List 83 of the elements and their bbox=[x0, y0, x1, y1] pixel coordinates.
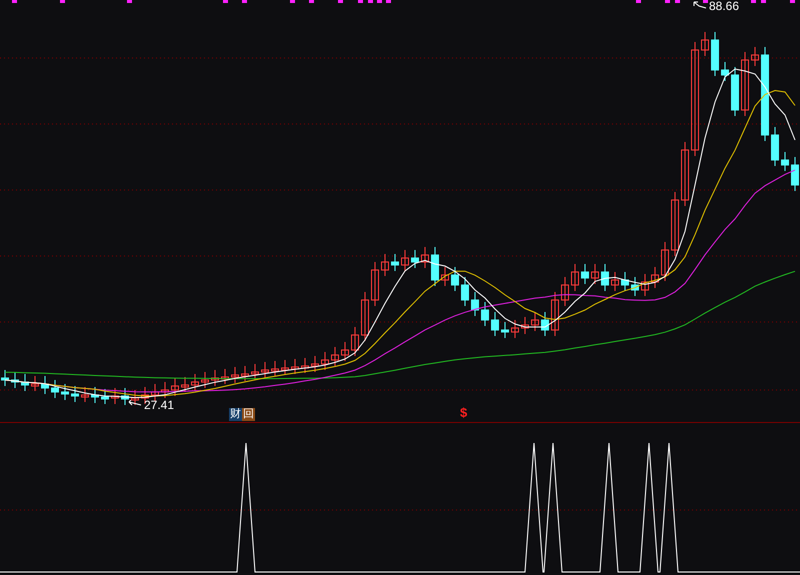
candlestick bbox=[721, 62, 729, 82]
candlestick bbox=[81, 386, 89, 402]
candlestick bbox=[331, 346, 339, 366]
candlestick bbox=[611, 272, 619, 292]
candlestick bbox=[161, 382, 169, 398]
candlestick bbox=[111, 388, 119, 404]
candlestick bbox=[631, 276, 639, 296]
candlestick bbox=[281, 360, 289, 376]
candlestick bbox=[771, 126, 779, 166]
candlestick bbox=[741, 52, 749, 116]
candlestick bbox=[621, 272, 629, 292]
candlestick bbox=[351, 326, 359, 356]
candlestick bbox=[471, 292, 479, 316]
candlestick bbox=[661, 242, 669, 282]
candlestick bbox=[191, 374, 199, 392]
candlestick bbox=[151, 384, 159, 402]
candlestick bbox=[501, 322, 509, 338]
arrow-icon bbox=[693, 1, 707, 11]
candlestick bbox=[681, 142, 689, 206]
candlestick bbox=[101, 388, 109, 404]
candlestick bbox=[21, 374, 29, 392]
candlestick bbox=[521, 316, 529, 334]
candlestick bbox=[371, 262, 379, 306]
candlestick bbox=[251, 364, 259, 380]
candlestick bbox=[121, 388, 129, 406]
candlestick bbox=[781, 152, 789, 172]
candlestick bbox=[591, 264, 599, 284]
candlestick bbox=[301, 358, 309, 374]
candlestick bbox=[341, 342, 349, 362]
candlestick bbox=[751, 46, 759, 66]
candlestick bbox=[561, 276, 569, 306]
candlestick bbox=[181, 376, 189, 392]
candlestick bbox=[731, 66, 739, 116]
candlestick bbox=[701, 32, 709, 56]
low-price-label: 27.41 bbox=[144, 399, 174, 411]
candlestick bbox=[541, 312, 549, 336]
candlestick bbox=[421, 246, 429, 268]
candlestick bbox=[651, 266, 659, 288]
candlestick bbox=[131, 390, 139, 406]
candlestick bbox=[71, 386, 79, 402]
candlestick bbox=[41, 376, 49, 394]
candlestick bbox=[461, 276, 469, 306]
candlestick bbox=[271, 360, 279, 376]
candlestick bbox=[1, 370, 9, 386]
candlestick bbox=[11, 372, 19, 388]
candlestick bbox=[431, 246, 439, 286]
signal-mark: $ bbox=[460, 406, 468, 419]
candlestick bbox=[641, 274, 649, 296]
candlestick bbox=[221, 368, 229, 384]
candlestick bbox=[711, 32, 719, 76]
candlestick bbox=[491, 312, 499, 336]
candlestick bbox=[311, 356, 319, 372]
candlestick bbox=[411, 250, 419, 268]
candlestick bbox=[401, 250, 409, 272]
high-price-label: 88.66 bbox=[709, 0, 740, 12]
info-tag[interactable]: 回 bbox=[242, 408, 255, 421]
candlestick bbox=[571, 264, 579, 292]
candlestick bbox=[91, 386, 99, 404]
candlestick bbox=[511, 320, 519, 338]
candlestick bbox=[61, 384, 69, 400]
candlestick bbox=[51, 380, 59, 398]
candlestick bbox=[261, 362, 269, 378]
candlestick bbox=[671, 192, 679, 256]
candlestick bbox=[231, 366, 239, 384]
candlestick bbox=[321, 352, 329, 370]
candlestick bbox=[381, 254, 389, 276]
candlestick bbox=[171, 378, 179, 396]
candlestick bbox=[31, 376, 39, 392]
candlestick bbox=[201, 372, 209, 388]
candlestick bbox=[291, 358, 299, 374]
candlestick bbox=[601, 264, 609, 292]
candlestick bbox=[791, 156, 799, 192]
candlestick bbox=[581, 264, 589, 284]
info-tag[interactable]: 财 bbox=[229, 408, 242, 421]
candlestick bbox=[241, 366, 249, 382]
candlestick bbox=[531, 312, 539, 332]
candlestick bbox=[481, 302, 489, 326]
candlestick bbox=[551, 292, 559, 336]
candlestick bbox=[211, 370, 219, 386]
candlestick bbox=[451, 266, 459, 292]
candlestick bbox=[441, 266, 449, 286]
candlestick bbox=[391, 254, 399, 272]
candlestick bbox=[361, 292, 369, 342]
